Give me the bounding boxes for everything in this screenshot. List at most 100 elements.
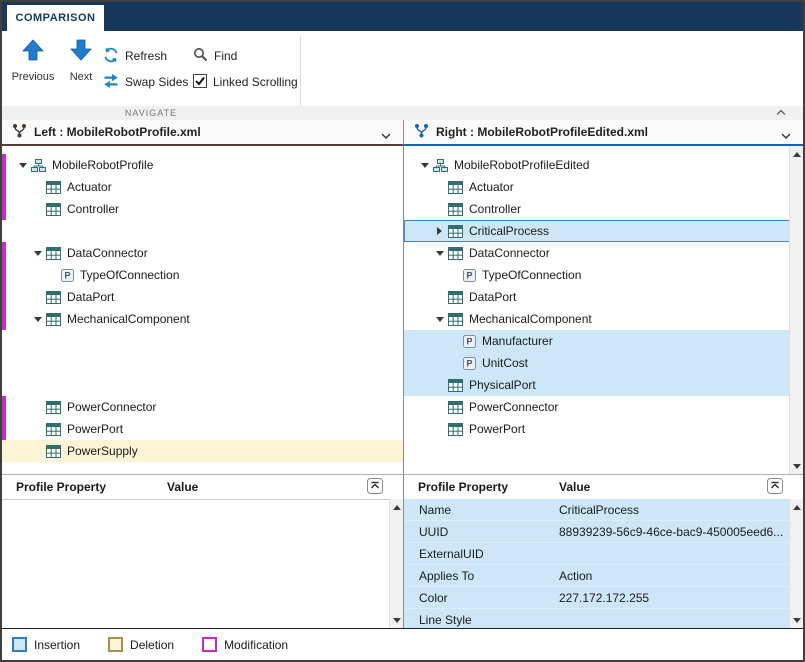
tree-row[interactable]: MechanicalComponent bbox=[2, 308, 403, 330]
tree-node-label: DataConnector bbox=[67, 246, 148, 260]
arrow-up-icon bbox=[22, 37, 44, 63]
branch-icon bbox=[414, 123, 429, 141]
stereotype-icon bbox=[448, 379, 463, 392]
expander-closed-icon[interactable] bbox=[433, 225, 446, 238]
collapse-panel-button[interactable] bbox=[367, 478, 383, 494]
right-table-scrollbar[interactable] bbox=[789, 499, 803, 628]
property-name: UUID bbox=[404, 525, 559, 539]
tree-row[interactable]: DataPort bbox=[404, 286, 790, 308]
collapse-panel-button[interactable] bbox=[767, 478, 783, 494]
tab-comparison[interactable]: COMPARISON bbox=[7, 5, 104, 31]
property-value: Action bbox=[559, 569, 790, 583]
modification-marker bbox=[2, 396, 6, 418]
tree-row[interactable]: PTypeOfConnection bbox=[404, 264, 790, 286]
legend-label: Insertion bbox=[34, 638, 80, 652]
expander-open-icon[interactable] bbox=[16, 159, 29, 172]
find-button[interactable]: Find bbox=[193, 47, 237, 65]
pane-headers: Left : MobileRobotProfile.xml Right : Mo… bbox=[2, 120, 803, 146]
tree-row[interactable]: Controller bbox=[404, 198, 790, 220]
stereotype-icon bbox=[46, 247, 61, 260]
scroll-up-icon[interactable] bbox=[790, 147, 803, 161]
swap-sides-button[interactable]: Swap Sides bbox=[103, 73, 188, 91]
tree-row[interactable]: MechanicalComponent bbox=[404, 308, 790, 330]
modification-marker bbox=[2, 286, 6, 308]
tree-row[interactable]: DataConnector bbox=[2, 242, 403, 264]
tree-row[interactable]: PowerConnector bbox=[404, 396, 790, 418]
right-source-label: Right : MobileRobotProfileEdited.xml bbox=[436, 125, 648, 139]
left-property-table: Profile Property Value bbox=[2, 475, 404, 628]
left-table-scrollbar[interactable] bbox=[389, 499, 403, 628]
scroll-down-icon[interactable] bbox=[790, 613, 803, 627]
tree-row[interactable]: CriticalProcess bbox=[404, 220, 790, 242]
linked-scrolling-checkbox[interactable]: Linked Scrolling bbox=[193, 73, 298, 91]
tree-row[interactable]: PTypeOfConnection bbox=[2, 264, 403, 286]
linked-scrolling-label: Linked Scrolling bbox=[213, 75, 298, 89]
tree-row[interactable]: PhysicalPort bbox=[404, 374, 790, 396]
tree-row[interactable]: MobileRobotProfileEdited bbox=[404, 154, 790, 176]
property-row[interactable]: NameCriticalProcess bbox=[404, 499, 790, 521]
stereotype-icon bbox=[46, 181, 61, 194]
scroll-down-icon[interactable] bbox=[790, 459, 803, 473]
stereotype-icon bbox=[448, 313, 463, 326]
legend-item: Deletion bbox=[108, 637, 174, 652]
tree-row[interactable]: Actuator bbox=[404, 176, 790, 198]
expander-open-icon[interactable] bbox=[31, 313, 44, 326]
property-row[interactable]: Applies ToAction bbox=[404, 565, 790, 587]
next-button[interactable]: Next bbox=[60, 37, 102, 99]
tree-node-label: DataPort bbox=[67, 290, 114, 304]
stereotype-icon bbox=[46, 203, 61, 216]
property-row[interactable]: Color227.172.172.255 bbox=[404, 587, 790, 609]
scroll-down-icon[interactable] bbox=[390, 613, 403, 627]
stereotype-icon bbox=[46, 423, 61, 436]
property-row[interactable]: UUID88939239-56c9-46ce-bac9-450005eed6..… bbox=[404, 521, 790, 543]
expander-spacer bbox=[31, 423, 44, 436]
tree-row[interactable]: PowerPort bbox=[404, 418, 790, 440]
property-value: 227.172.172.255 bbox=[559, 591, 790, 605]
expander-spacer bbox=[448, 357, 461, 370]
tree-row[interactable]: PUnitCost bbox=[404, 352, 790, 374]
tree-spacer-row bbox=[404, 440, 790, 462]
tree-row[interactable]: MobileRobotProfile bbox=[2, 154, 403, 176]
titlebar: COMPARISON bbox=[2, 2, 803, 31]
tree-row[interactable]: Actuator bbox=[2, 176, 403, 198]
tree-row[interactable]: PManufacturer bbox=[404, 330, 790, 352]
refresh-button[interactable]: Refresh bbox=[103, 47, 167, 65]
expander-spacer bbox=[433, 423, 446, 436]
column-header-value: Value bbox=[559, 480, 590, 494]
tree-row[interactable]: Controller bbox=[2, 198, 403, 220]
property-name: Applies To bbox=[404, 569, 559, 583]
expander-spacer bbox=[433, 379, 446, 392]
left-source-selector[interactable]: Left : MobileRobotProfile.xml bbox=[2, 120, 404, 146]
expander-open-icon[interactable] bbox=[418, 159, 431, 172]
right-source-selector[interactable]: Right : MobileRobotProfileEdited.xml bbox=[404, 120, 803, 146]
tree-row[interactable]: DataPort bbox=[2, 286, 403, 308]
left-table-header: Profile Property Value bbox=[2, 475, 403, 500]
tree-row[interactable]: PowerPort bbox=[2, 418, 403, 440]
property-row[interactable]: ExternalUID bbox=[404, 543, 790, 565]
chevron-down-icon[interactable] bbox=[381, 129, 391, 143]
right-tree-scrollbar[interactable] bbox=[789, 146, 803, 474]
modification-marker bbox=[2, 198, 6, 220]
tree-row[interactable]: PowerConnector bbox=[2, 396, 403, 418]
property-name: Color bbox=[404, 591, 559, 605]
previous-button[interactable]: Previous bbox=[8, 37, 58, 99]
expander-open-icon[interactable] bbox=[433, 313, 446, 326]
property-row[interactable]: Line Style bbox=[404, 609, 790, 628]
chevron-down-icon[interactable] bbox=[781, 129, 791, 143]
tree-node-label: Actuator bbox=[67, 180, 112, 194]
ribbon-toolbar: Previous Next Refresh bbox=[2, 31, 803, 121]
expander-open-icon[interactable] bbox=[31, 247, 44, 260]
svg-text:P: P bbox=[466, 270, 472, 280]
tree-row[interactable]: PowerSupply bbox=[2, 440, 403, 462]
tree-spacer-row bbox=[2, 374, 403, 396]
right-property-table-body: NameCriticalProcessUUID88939239-56c9-46c… bbox=[404, 499, 790, 628]
right-tree: MobileRobotProfileEditedActuatorControll… bbox=[404, 146, 790, 474]
scroll-up-icon[interactable] bbox=[790, 500, 803, 514]
legend-item: Modification bbox=[202, 637, 288, 652]
collapse-ribbon-button[interactable] bbox=[773, 106, 789, 118]
expander-open-icon[interactable] bbox=[433, 247, 446, 260]
property-icon: P bbox=[463, 335, 476, 348]
tree-node-label: PhysicalPort bbox=[469, 378, 536, 392]
tree-row[interactable]: DataConnector bbox=[404, 242, 790, 264]
scroll-up-icon[interactable] bbox=[390, 500, 403, 514]
